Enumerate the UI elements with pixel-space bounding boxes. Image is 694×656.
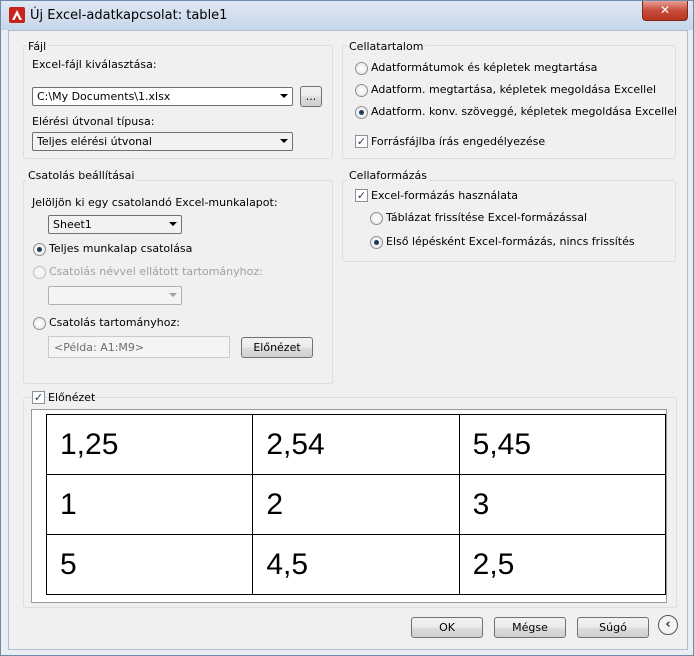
close-button[interactable]: ✕: [642, 1, 688, 21]
ok-button[interactable]: OK: [411, 617, 483, 638]
cell-format-title: Cellaformázás: [347, 169, 429, 182]
table-cell: 1: [45, 474, 254, 535]
preview-button[interactable]: Előnézet: [241, 337, 313, 358]
window-title: Új Excel-adatkapcsolat: table1: [30, 8, 228, 23]
first-format-label[interactable]: Első lépésként Excel-formázás, nincs fri…: [386, 235, 635, 248]
title-bar: Új Excel-adatkapcsolat: table1 ✕: [1, 1, 693, 30]
chevron-down-icon: [280, 94, 288, 98]
path-type-value: Teljes elérési útvonal: [37, 135, 152, 148]
cancel-button[interactable]: Mégse: [494, 617, 566, 638]
convert-text-radio[interactable]: [355, 106, 368, 119]
sheet-prompt-label: Jelöljön ki egy csatolandó Excel-munkala…: [32, 196, 278, 209]
sheet-select[interactable]: Sheet1: [48, 215, 182, 234]
excel-file-value: C:\My Documents\1.xlsx: [37, 90, 171, 103]
table-row: 5 4,5 2,5: [45, 534, 667, 595]
path-type-select[interactable]: Teljes elérési útvonal: [32, 132, 293, 151]
table-cell: 5,45: [458, 414, 667, 475]
chevron-left-icon[interactable]: ‹: [658, 615, 678, 635]
named-range-select[interactable]: [48, 286, 182, 305]
choose-file-label: Excel-fájl kiválasztása:: [32, 58, 157, 71]
preview-label[interactable]: Előnézet: [48, 391, 95, 404]
range-radio[interactable]: [33, 317, 46, 330]
preview-checkbox[interactable]: ✓: [32, 391, 45, 404]
autocad-app-icon: [9, 7, 25, 23]
browse-button[interactable]: ...: [300, 86, 322, 107]
path-type-label: Elérési útvonal típusa:: [32, 115, 155, 128]
refresh-format-radio[interactable]: [370, 212, 383, 225]
convert-text-label[interactable]: Adatform. konv. szöveggé, képletek megol…: [371, 105, 677, 118]
solve-excel-label[interactable]: Adatform. megtartása, képletek megoldása…: [371, 83, 656, 96]
table-cell: 4,5: [252, 534, 460, 595]
table-cell: 3: [458, 474, 667, 535]
table-cell: 1,25: [45, 414, 254, 475]
table-cell: 2,5: [458, 534, 667, 595]
keep-formats-radio[interactable]: [355, 62, 368, 75]
range-label[interactable]: Csatolás tartományhoz:: [49, 316, 180, 329]
table-cell: 2: [252, 474, 460, 535]
full-sheet-radio[interactable]: [33, 243, 46, 256]
table-row: 1 2 3: [45, 474, 667, 535]
refresh-format-label[interactable]: Táblázat frissítése Excel-formázással: [386, 211, 587, 224]
solve-excel-radio[interactable]: [355, 84, 368, 97]
file-group-title: Fájl: [26, 40, 49, 53]
dialog-client-area: Fájl Excel-fájl kiválasztása: C:\My Docu…: [8, 30, 688, 650]
named-range-label[interactable]: Csatolás névvel ellátott tartományhoz:: [49, 265, 263, 278]
chevron-down-icon: [280, 139, 288, 143]
use-excel-format-label[interactable]: Excel-formázás használata: [371, 189, 518, 202]
preview-table: 1,25 2,54 5,45 1 2 3 5 4,5 2,5: [45, 414, 667, 595]
help-button[interactable]: Súgó: [577, 617, 649, 638]
cell-content-title: Cellatartalom: [347, 40, 426, 53]
link-settings-title: Csatolás beállításai: [26, 169, 137, 182]
allow-write-checkbox[interactable]: ✓: [355, 135, 368, 148]
dialog-window: Új Excel-adatkapcsolat: table1 ✕ Fájl Ex…: [0, 0, 694, 656]
first-format-radio[interactable]: [370, 236, 383, 249]
excel-file-select[interactable]: C:\My Documents\1.xlsx: [32, 87, 293, 106]
table-cell: 5: [45, 534, 254, 595]
full-sheet-label[interactable]: Teljes munkalap csatolása: [49, 242, 192, 255]
range-placeholder: <Példa: A1:M9>: [54, 341, 145, 354]
chevron-down-icon: [169, 222, 177, 226]
named-range-radio[interactable]: [33, 266, 46, 279]
preview-panel: 1,25 2,54 5,45 1 2 3 5 4,5 2,5: [31, 409, 667, 603]
keep-formats-label[interactable]: Adatformátumok és képletek megtartása: [371, 61, 597, 74]
allow-write-label[interactable]: Forrásfájlba írás engedélyezése: [371, 135, 545, 148]
use-excel-format-checkbox[interactable]: ✓: [355, 189, 368, 202]
table-cell: 2,54: [252, 414, 460, 475]
range-input[interactable]: <Példa: A1:M9>: [48, 336, 230, 358]
sheet-value: Sheet1: [53, 218, 92, 231]
chevron-down-icon: [169, 293, 177, 297]
table-row: 1,25 2,54 5,45: [45, 414, 667, 475]
